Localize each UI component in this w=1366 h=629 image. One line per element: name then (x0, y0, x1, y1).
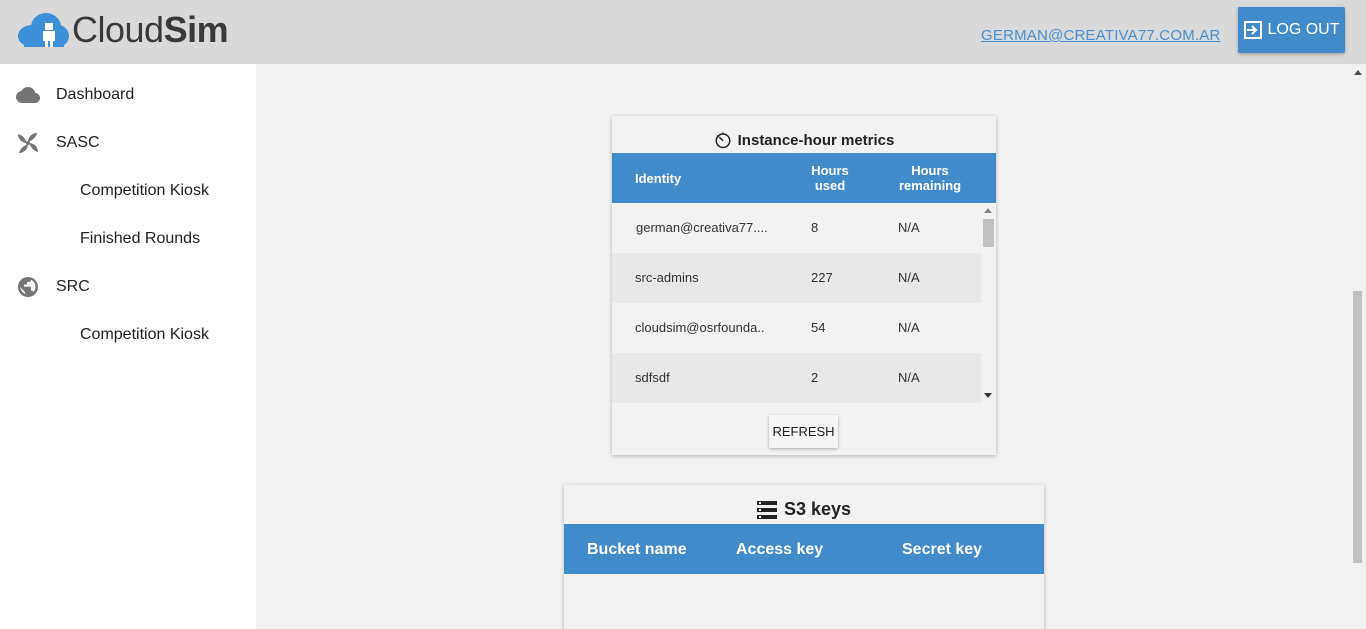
cell-hours-remaining: N/A (898, 270, 920, 285)
sidebar-item-label: SASC (56, 134, 100, 151)
instance-hour-metrics-card: Instance-hour metrics Identity Hours use… (612, 116, 996, 455)
cell-hours-remaining: N/A (898, 220, 920, 235)
sidebar-item-src-competition-kiosk[interactable]: Competition Kiosk (0, 311, 256, 359)
table-row: german@creativa77.... 8 N/A (612, 203, 981, 253)
column-header-bucket-name[interactable]: Bucket name (587, 541, 687, 559)
sidebar-item-label: Finished Rounds (80, 230, 201, 247)
cell-hours-remaining: N/A (898, 370, 920, 385)
top-app-bar: CloudSim GERMAN@CREATIVA77.COM.AR LOG OU… (0, 0, 1366, 64)
cloudsim-logo[interactable]: CloudSim (16, 9, 229, 50)
logo-text: CloudSim (72, 9, 229, 50)
cell-identity: german@creativa77.... (636, 220, 768, 235)
scroll-up-arrow-icon[interactable] (984, 208, 992, 213)
sidebar-item-label: Competition Kiosk (80, 182, 209, 199)
scroll-up-arrow-icon[interactable] (1354, 70, 1362, 75)
metrics-table-header: Identity Hours used Hours remaining (612, 153, 996, 203)
sidebar-item-label: SRC (56, 278, 90, 295)
cell-identity: src-admins (635, 270, 699, 285)
user-email-link[interactable]: GERMAN@CREATIVA77.COM.AR (981, 27, 1221, 44)
sidebar-nav: Dashboard SASC Competition Kiosk Finishe… (0, 64, 256, 629)
metrics-table-scrollbar[interactable] (981, 203, 996, 403)
sidebar-item-label: Dashboard (56, 86, 135, 103)
sidebar-item-finished-rounds[interactable]: Finished Rounds (0, 215, 256, 263)
cell-hours-used: 54 (811, 320, 826, 335)
sidebar-item-label: Competition Kiosk (80, 326, 209, 343)
logout-icon (1244, 21, 1263, 39)
s3-card-title: S3 keys (564, 485, 1044, 524)
logout-button[interactable]: LOG OUT (1238, 7, 1345, 53)
s3-title-text: S3 keys (783, 499, 852, 519)
sidebar-item-sasc-competition-kiosk[interactable]: Competition Kiosk (0, 167, 256, 215)
column-header-identity[interactable]: Identity (635, 171, 681, 186)
column-header-hours-used[interactable]: Hours used (805, 163, 855, 193)
page-scrollbar[interactable] (1349, 64, 1366, 629)
metrics-table-body: german@creativa77.... 8 N/A src-admins 2… (612, 203, 996, 403)
refresh-button[interactable]: REFRESH (769, 415, 838, 448)
s3-table-header: Bucket name Access key Secret key (564, 524, 1044, 574)
column-header-hours-remaining[interactable]: Hours remaining (896, 163, 964, 193)
sidebar-item-src[interactable]: SRC (0, 263, 256, 311)
table-row: sdfsdf 2 N/A (612, 353, 981, 403)
cell-hours-remaining: N/A (898, 320, 920, 335)
scrollbar-thumb[interactable] (1353, 291, 1362, 563)
timer-icon (715, 132, 731, 149)
logout-label: LOG OUT (1267, 21, 1340, 38)
cell-identity: sdfsdf (635, 370, 670, 385)
metrics-title-text: Instance-hour metrics (737, 131, 895, 149)
cell-hours-used: 2 (811, 370, 819, 385)
cell-hours-used: 8 (811, 220, 819, 235)
scrollbar-thumb[interactable] (983, 219, 994, 247)
table-row: src-admins 227 N/A (612, 253, 981, 303)
sidebar-item-sasc[interactable]: SASC (0, 119, 256, 167)
cell-hours-used: 227 (811, 270, 833, 285)
cloud-icon (16, 87, 40, 103)
cell-identity: cloudsim@osrfounda.. (635, 320, 765, 335)
table-row: cloudsim@osrfounda.. 54 N/A (612, 303, 981, 353)
sidebar-item-dashboard[interactable]: Dashboard (0, 71, 256, 119)
metrics-card-title: Instance-hour metrics (612, 116, 996, 153)
cloud-robot-logo-icon (18, 13, 69, 47)
storage-icon (756, 500, 777, 519)
pinwheel-icon (18, 133, 38, 153)
column-header-secret-key[interactable]: Secret key (902, 541, 982, 559)
scroll-down-arrow-icon[interactable] (984, 393, 992, 398)
s3-keys-card: S3 keys Bucket name Access key Secret ke… (564, 485, 1044, 629)
globe-icon (18, 277, 38, 297)
column-header-access-key[interactable]: Access key (736, 541, 823, 559)
